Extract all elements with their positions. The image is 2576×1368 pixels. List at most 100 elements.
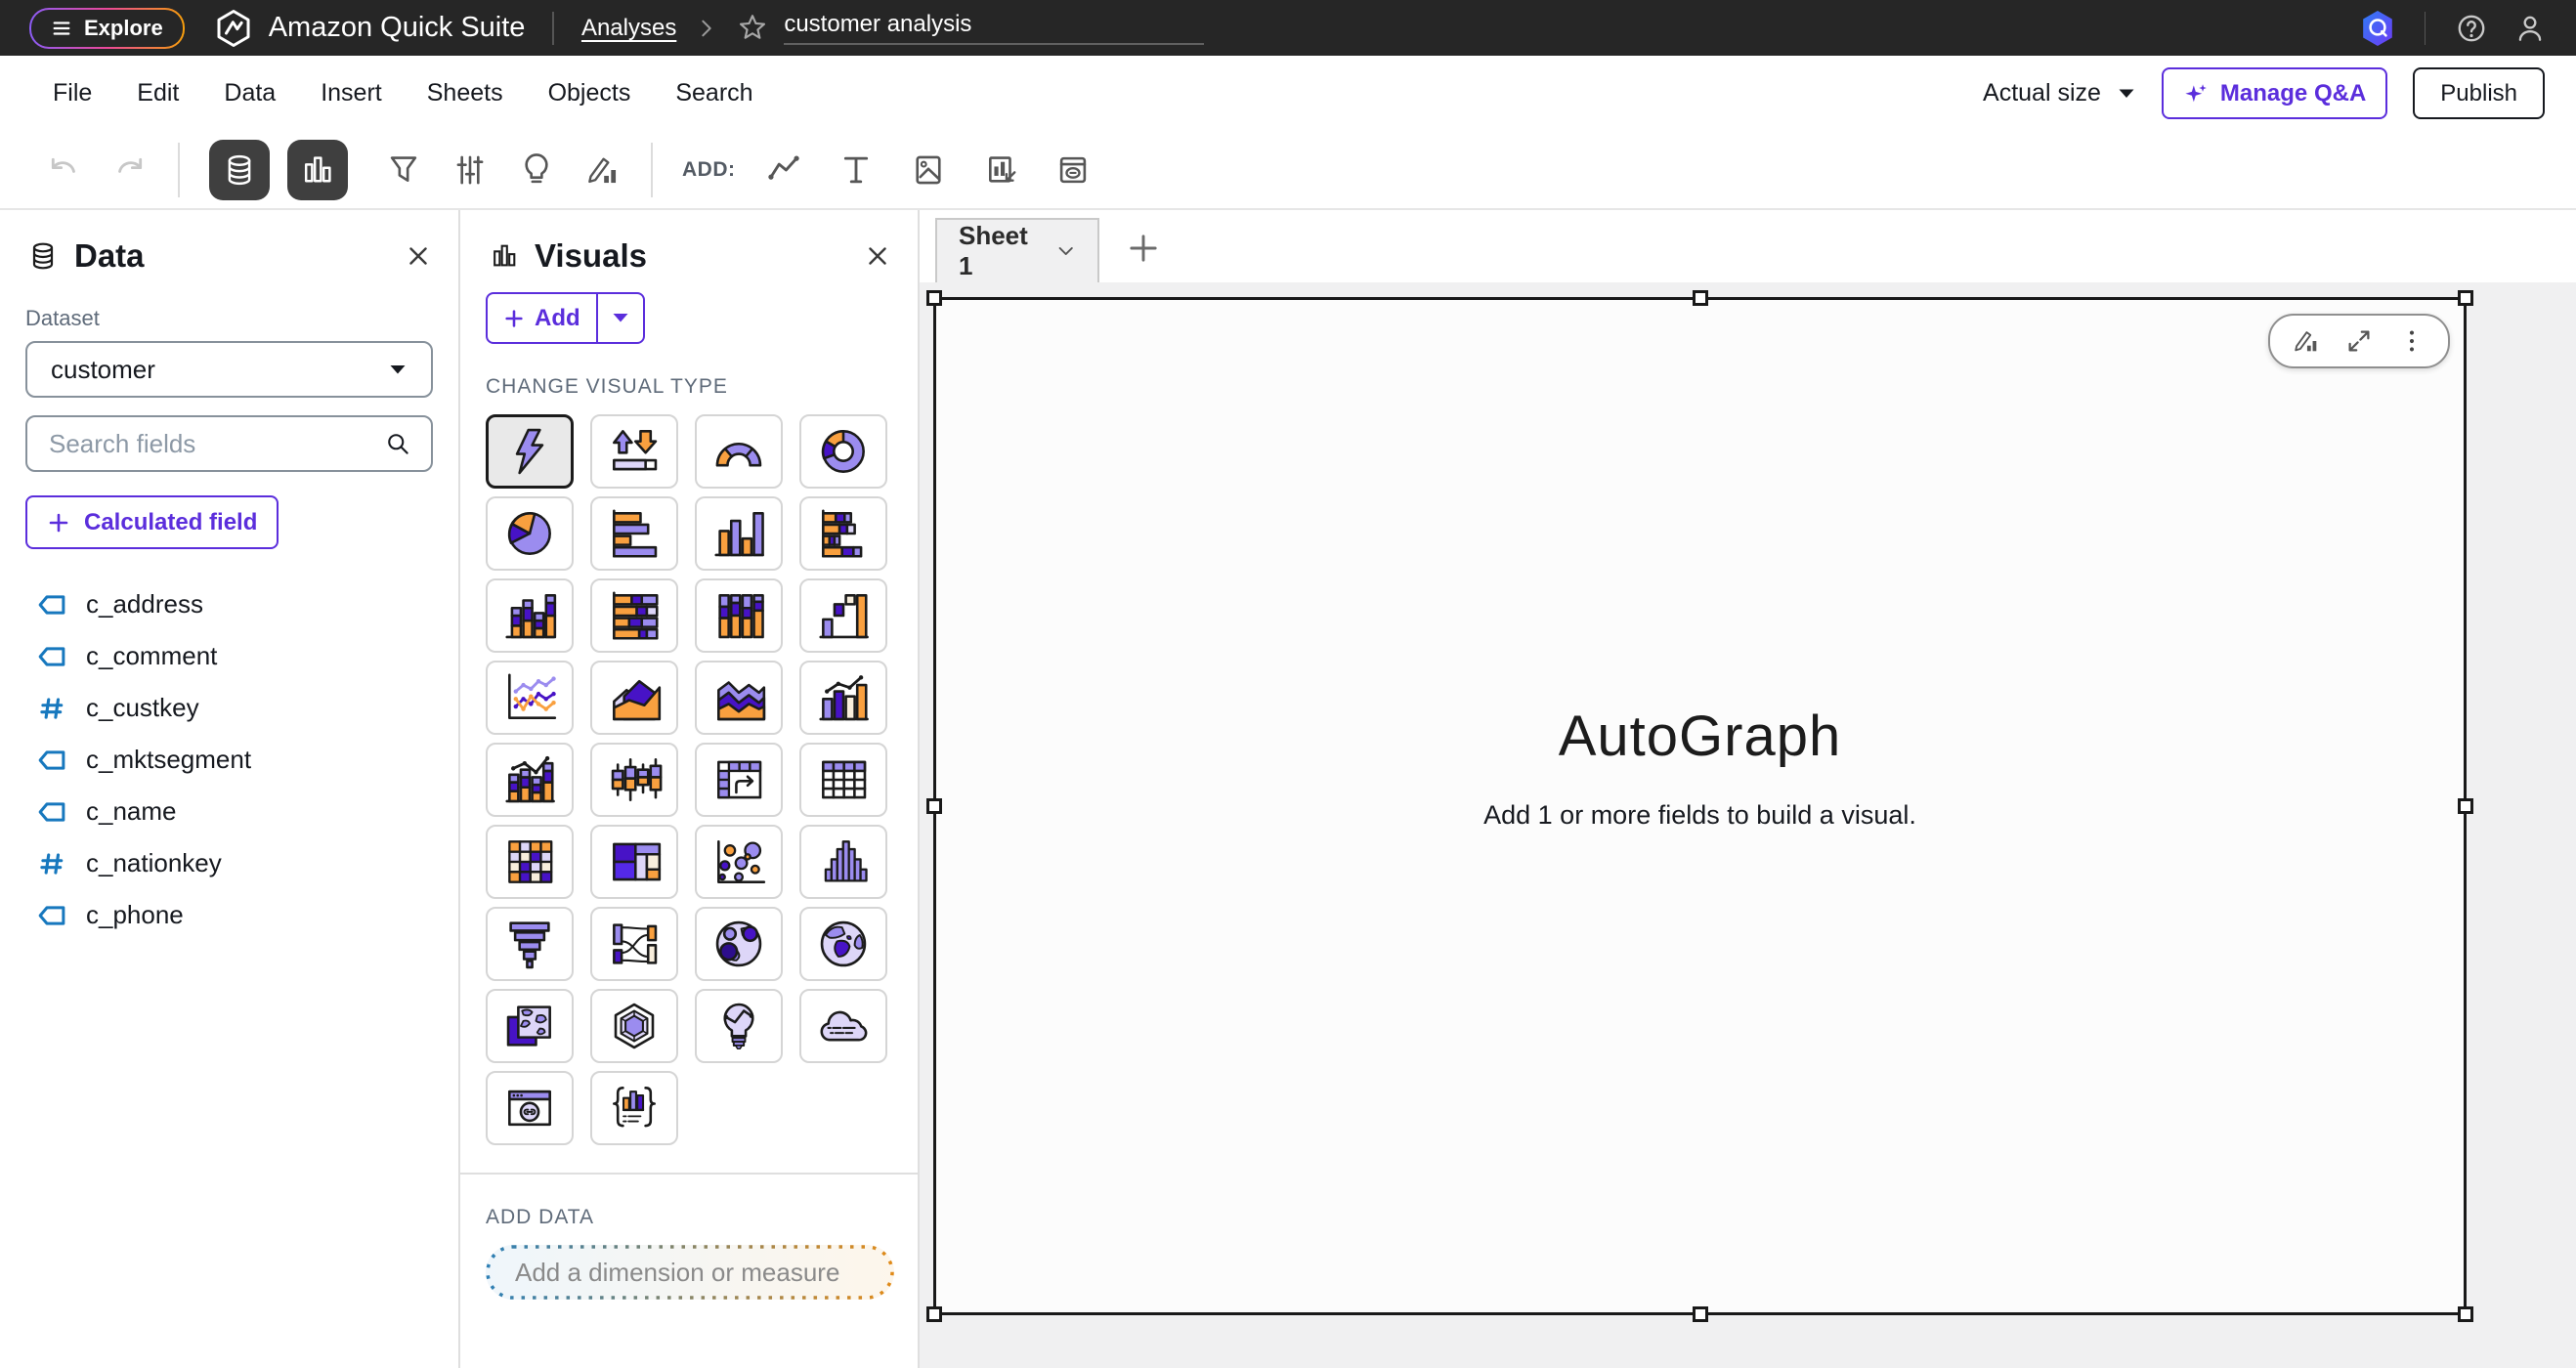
- string-field-icon: [37, 903, 66, 928]
- close-data-panel-icon[interactable]: [404, 241, 433, 271]
- sheet-tab[interactable]: Sheet 1: [935, 218, 1099, 282]
- explore-button[interactable]: Explore: [29, 8, 185, 49]
- visuals-icon: [490, 241, 519, 271]
- toolbar-divider-2: [651, 143, 653, 197]
- menu-edit[interactable]: Edit: [137, 79, 179, 107]
- field-item-c_comment[interactable]: c_comment: [0, 630, 458, 682]
- add-image-icon[interactable]: [910, 151, 947, 189]
- add-text-box-icon[interactable]: [837, 151, 875, 189]
- visual-type-stacked-area-chart[interactable]: [695, 661, 783, 735]
- filter-icon[interactable]: [385, 151, 422, 189]
- calculated-field-button[interactable]: Calculated field: [25, 495, 279, 549]
- dataset-select[interactable]: customer: [25, 341, 433, 398]
- visual-type-horizontal-stacked-bar-chart[interactable]: [799, 496, 887, 571]
- visual-type-word-cloud[interactable]: [799, 989, 887, 1063]
- add-embedded-content-icon[interactable]: [1054, 151, 1092, 189]
- menu-insert[interactable]: Insert: [321, 79, 382, 107]
- autograph-visual[interactable]: AutoGraph Add 1 or more fields to build …: [933, 297, 2467, 1315]
- visual-type-horizontal-stacked-100-bar-chart[interactable]: [590, 578, 678, 653]
- favorite-star-icon[interactable]: [737, 13, 768, 44]
- visual-type-heat-map[interactable]: [486, 825, 574, 899]
- manage-qa-button[interactable]: Manage Q&A: [2162, 67, 2387, 119]
- visual-type-gauge[interactable]: [695, 414, 783, 489]
- field-name: c_comment: [86, 641, 217, 671]
- visual-type-sankey-diagram[interactable]: [590, 907, 678, 981]
- visual-type-vertical-stacked-bar-chart[interactable]: [486, 578, 574, 653]
- manage-qa-label: Manage Q&A: [2220, 80, 2366, 107]
- dataset-icon[interactable]: [209, 140, 270, 200]
- visual-type-points-on-map[interactable]: [695, 907, 783, 981]
- insights-icon[interactable]: [518, 151, 555, 189]
- redo-icon[interactable]: [111, 151, 149, 189]
- field-list: c_addressc_commentc_custkeyc_mktsegmentc…: [0, 578, 458, 941]
- visual-type-table[interactable]: [799, 743, 887, 817]
- toolbar-divider-1: [178, 143, 180, 197]
- visual-type-kpi[interactable]: [590, 414, 678, 489]
- add-visual-icon[interactable]: [765, 151, 802, 189]
- visual-type-waterfall-chart[interactable]: [799, 578, 887, 653]
- visual-type-custom-content[interactable]: [486, 1071, 574, 1145]
- field-item-c_nationkey[interactable]: c_nationkey: [0, 837, 458, 889]
- field-item-c_mktsegment[interactable]: c_mktsegment: [0, 734, 458, 786]
- visual-type-layered-map[interactable]: [486, 989, 574, 1063]
- breadcrumb-analyses[interactable]: Analyses: [581, 15, 676, 42]
- analysis-title[interactable]: customer analysis: [784, 11, 1204, 45]
- visual-type-pivot-table[interactable]: [695, 743, 783, 817]
- visual-type-vertical-stacked-100-bar-chart[interactable]: [695, 578, 783, 653]
- user-icon[interactable]: [2513, 12, 2547, 45]
- quick-suite-badge-icon[interactable]: [2360, 9, 2395, 48]
- visual-type-horizontal-bar-chart[interactable]: [590, 496, 678, 571]
- visual-type-clustered-combo-chart[interactable]: [799, 661, 887, 735]
- visual-type-histogram[interactable]: [799, 825, 887, 899]
- visual-type-vertical-bar-chart[interactable]: [695, 496, 783, 571]
- visual-type-custom-visual[interactable]: [590, 1071, 678, 1145]
- menu-sheets[interactable]: Sheets: [427, 79, 503, 107]
- add-visual-caret-button[interactable]: [596, 294, 643, 342]
- toolbar: ADD:: [0, 131, 2576, 210]
- add-data-field-well[interactable]: Add a dimension or measure: [486, 1245, 894, 1300]
- edit-insight-icon[interactable]: [584, 151, 622, 189]
- visual-type-radar-chart[interactable]: [590, 989, 678, 1063]
- sparkle-icon: [2183, 81, 2209, 107]
- visual-type-scatter-plot[interactable]: [695, 825, 783, 899]
- visual-type-donut-chart[interactable]: [799, 414, 887, 489]
- visual-type-pie-chart[interactable]: [486, 496, 574, 571]
- visual-type-filled-map[interactable]: [799, 907, 887, 981]
- visual-type-stacked-combo-chart[interactable]: [486, 743, 574, 817]
- close-visuals-panel-icon[interactable]: [863, 241, 892, 271]
- field-item-c_phone[interactable]: c_phone: [0, 889, 458, 941]
- visual-type-line-chart[interactable]: [486, 661, 574, 735]
- visual-type-area-line-chart[interactable]: [590, 661, 678, 735]
- numeric-field-icon: [37, 851, 66, 876]
- search-fields-box: [25, 415, 433, 472]
- zoom-select[interactable]: Actual size: [1983, 79, 2136, 107]
- menu-objects[interactable]: Objects: [548, 79, 631, 107]
- undo-icon[interactable]: [45, 151, 82, 189]
- caret-down-icon: [611, 312, 630, 324]
- add-visual-from-analysis-icon[interactable]: [982, 151, 1019, 189]
- parameters-icon[interactable]: [451, 151, 489, 189]
- hamburger-icon: [51, 18, 72, 39]
- menu-data[interactable]: Data: [224, 79, 276, 107]
- menubar: File Edit Data Insert Sheets Objects Search Ac…: [0, 56, 2576, 131]
- calculated-field-label: Calculated field: [84, 509, 257, 536]
- visual-type-tree-map[interactable]: [590, 825, 678, 899]
- plus-icon: [47, 511, 70, 534]
- field-item-c_name[interactable]: c_name: [0, 786, 458, 837]
- visual-types-icon[interactable]: [287, 140, 348, 200]
- visual-type-box-plot[interactable]: [590, 743, 678, 817]
- sheet-tab-label: Sheet 1: [959, 221, 1040, 281]
- visual-type-insights[interactable]: [695, 989, 783, 1063]
- menu-file[interactable]: File: [53, 79, 92, 107]
- search-fields-input[interactable]: [47, 428, 384, 460]
- help-icon[interactable]: [2455, 12, 2488, 45]
- menu-search[interactable]: Search: [675, 79, 752, 107]
- field-item-c_custkey[interactable]: c_custkey: [0, 682, 458, 734]
- add-sheet-button[interactable]: [1127, 232, 1160, 265]
- toolbar-panel-toggle-group: [209, 140, 348, 200]
- field-item-c_address[interactable]: c_address: [0, 578, 458, 630]
- publish-button[interactable]: Publish: [2413, 67, 2545, 119]
- add-visual-button[interactable]: Add: [488, 294, 596, 342]
- visual-type-autograph[interactable]: [486, 414, 574, 489]
- visual-type-funnel-chart[interactable]: [486, 907, 574, 981]
